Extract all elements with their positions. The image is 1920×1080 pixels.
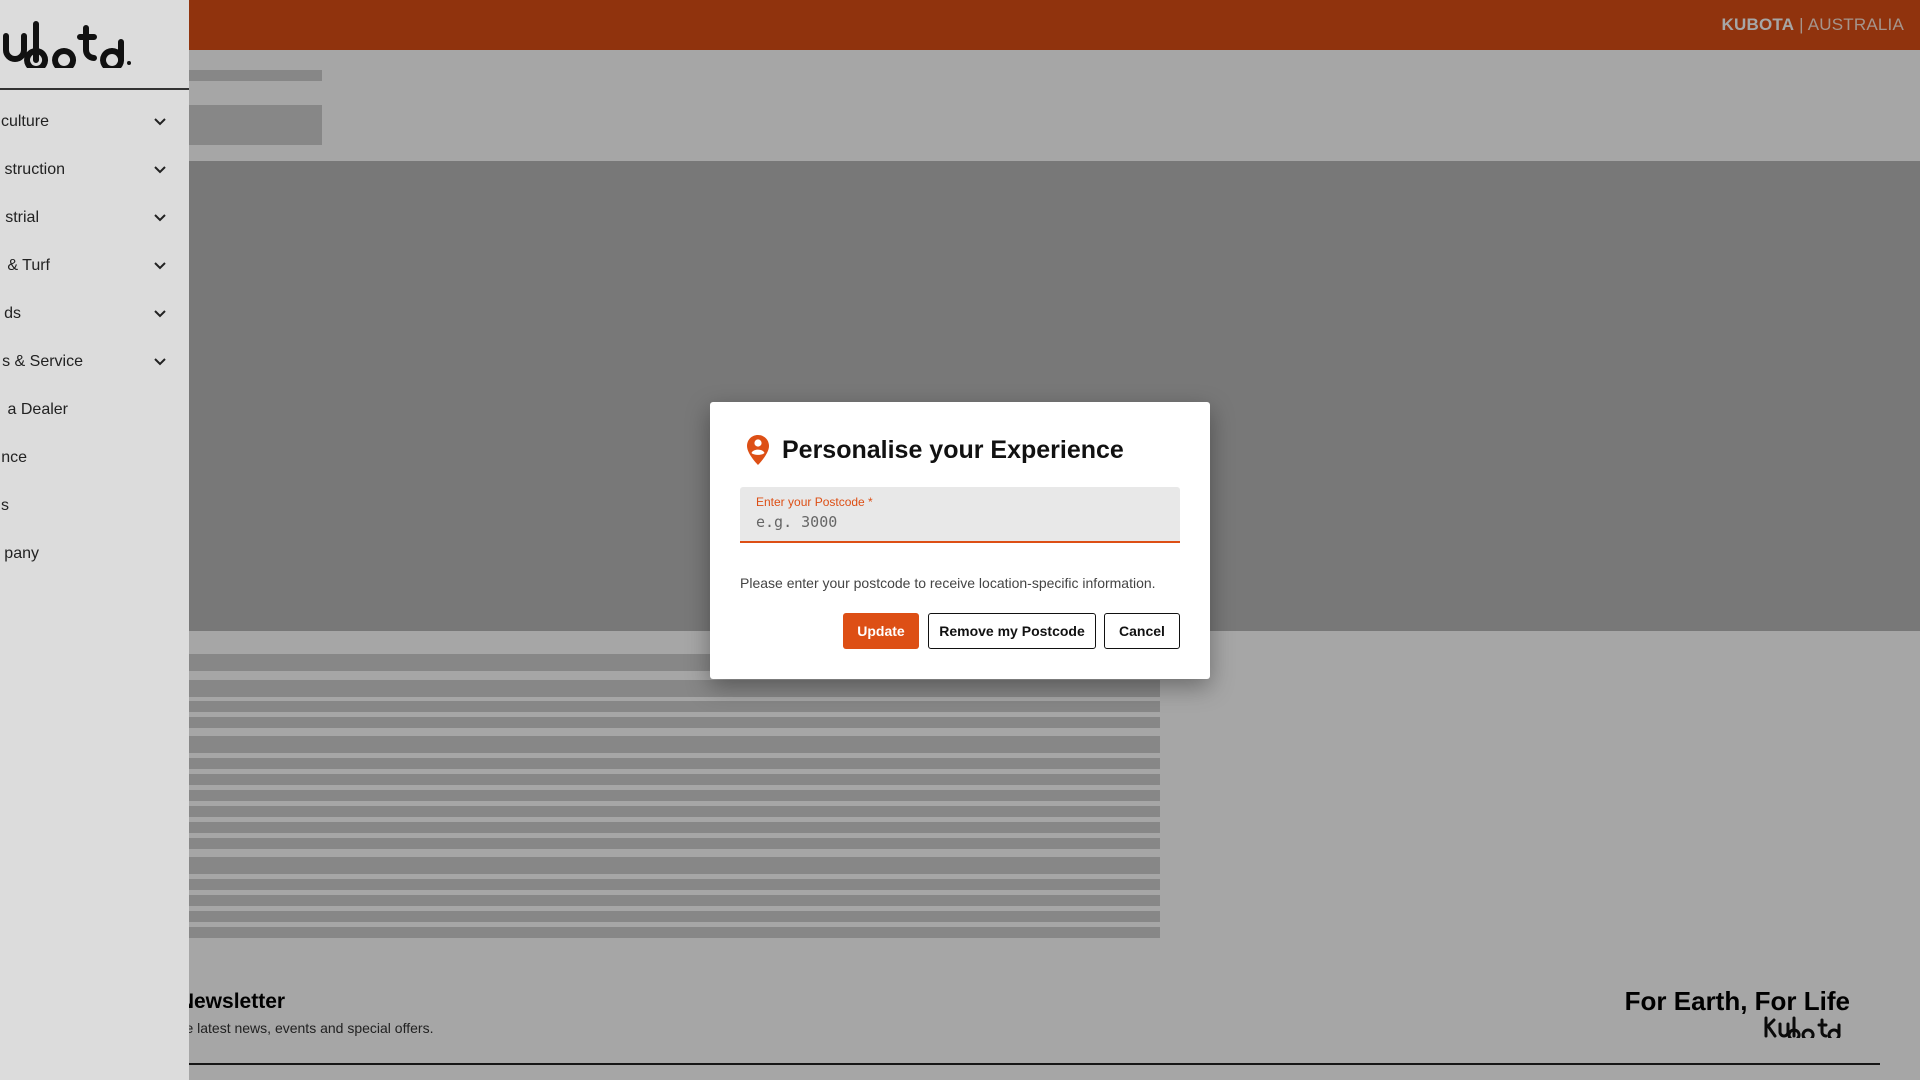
chevron-down-icon: [154, 310, 166, 318]
chevron-down-icon: [154, 358, 166, 366]
location-pin-icon: [747, 435, 769, 465]
sidebar-item-industrial[interactable]: strial: [0, 198, 189, 238]
sidebar-item-agriculture[interactable]: culture: [0, 102, 189, 142]
sidebar-item-label: s: [1, 497, 9, 514]
sidebar-item-parts-service[interactable]: s & Service: [0, 342, 189, 382]
sidebar-item-label: strial: [5, 209, 39, 226]
update-button[interactable]: Update: [843, 613, 919, 649]
chevron-down-icon: [154, 262, 166, 270]
sidebar-divider: [0, 88, 189, 90]
sidebar-item-label: pany: [4, 545, 39, 562]
sidebar-item-turf[interactable]: & Turf: [0, 246, 189, 286]
sidebar-item-finance[interactable]: nce: [0, 438, 189, 478]
sidebar-item-company[interactable]: pany: [0, 534, 189, 574]
kubota-logo[interactable]: [0, 18, 132, 68]
chevron-down-icon: [154, 118, 166, 126]
postcode-input[interactable]: [756, 513, 1156, 531]
chevron-down-icon: [154, 166, 166, 174]
sidebar-item-construction[interactable]: struction: [0, 150, 189, 190]
postcode-helper-text: Please enter your postcode to receive lo…: [740, 575, 1156, 591]
sidebar-item-news[interactable]: s: [0, 486, 189, 526]
postcode-label: Enter your Postcode *: [756, 495, 873, 509]
cancel-button[interactable]: Cancel: [1104, 613, 1180, 649]
remove-postcode-button[interactable]: Remove my Postcode: [928, 613, 1096, 649]
modal-title: Personalise your Experience: [782, 435, 1124, 464]
sidebar-item-label: ds: [4, 305, 21, 322]
postcode-field[interactable]: Enter your Postcode *: [740, 487, 1180, 543]
sidebar-item-label: a Dealer: [7, 401, 68, 418]
chevron-down-icon: [154, 214, 166, 222]
sidebar-item-label: & Turf: [7, 257, 50, 274]
sidebar-item-label: s & Service: [2, 353, 83, 370]
personalise-modal: Personalise your Experience Enter your P…: [710, 402, 1210, 679]
sidebar-item-label: culture: [0, 113, 49, 130]
sidebar-item-find-dealer[interactable]: a Dealer: [0, 390, 189, 430]
modal-header: Personalise your Experience: [746, 434, 1124, 466]
sidebar-item-label: nce: [1, 449, 27, 466]
sidebar-item-label: struction: [4, 161, 65, 178]
side-navigation: culture struction strial & Turf ds s & S…: [0, 0, 189, 1080]
sidebar-item-brands[interactable]: ds: [0, 294, 189, 334]
